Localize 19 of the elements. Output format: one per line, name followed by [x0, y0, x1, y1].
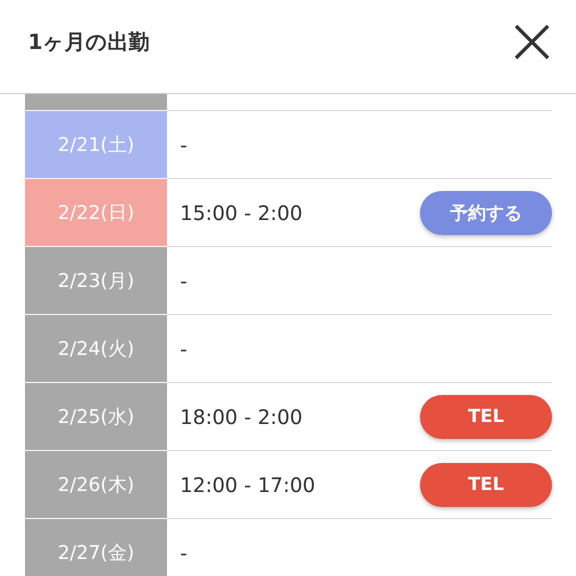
shift-time: -	[180, 132, 188, 156]
close-icon[interactable]	[514, 24, 550, 60]
reserve-button[interactable]: 予約する	[420, 190, 552, 234]
date-cell: 2/27(金)	[25, 519, 167, 576]
shift-time: 12:00 - 17:00	[180, 472, 316, 496]
shift-time: 15:00 - 2:00	[180, 200, 302, 224]
shift-time: 18:00 - 2:00	[180, 404, 302, 428]
shift-time: -	[180, 336, 188, 360]
shift-time: -	[180, 268, 188, 292]
date-cell: 2/25(水)	[25, 383, 167, 451]
modal-title: 1ヶ月の出勤	[28, 28, 150, 56]
date-cell: 2/24(火)	[25, 315, 167, 383]
tel-button[interactable]: TEL	[420, 462, 552, 506]
shift-time: -	[180, 540, 188, 564]
date-cell: 2/22(日)	[25, 179, 167, 247]
date-cell: 2/21(土)	[25, 111, 167, 179]
date-cell: 2/23(月)	[25, 247, 167, 315]
tel-button[interactable]: TEL	[420, 394, 552, 438]
date-cell: 2/26(木)	[25, 451, 167, 519]
